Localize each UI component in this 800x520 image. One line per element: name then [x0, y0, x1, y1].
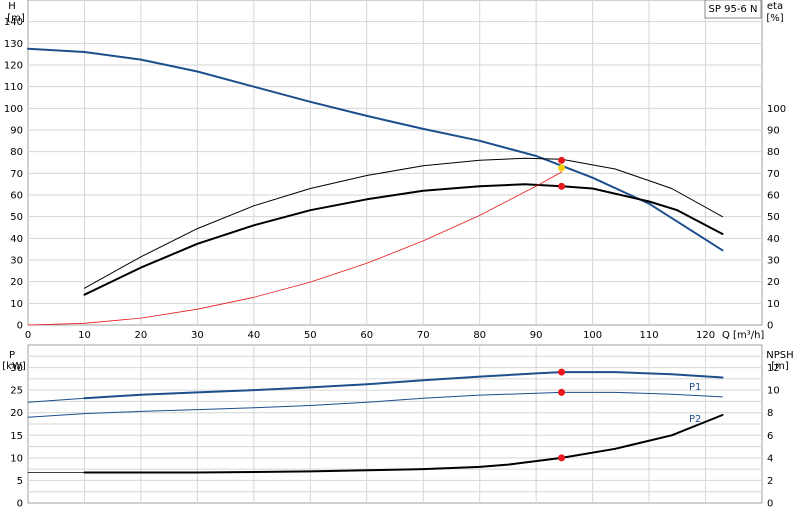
bottom-left-tick-label: 20	[10, 408, 23, 419]
x-tick-label: 120	[696, 330, 715, 341]
top-left-tick-label: 40	[10, 234, 23, 245]
top-right-tick-label: 0	[767, 321, 773, 332]
bottom-chart-duty-points	[558, 368, 566, 462]
top-left-tick-label: 100	[4, 104, 23, 115]
x-tick-label: 90	[530, 330, 543, 341]
top-series-H	[27, 47, 724, 252]
top-chart-series	[27, 47, 724, 326]
x-tick-label: 70	[417, 330, 430, 341]
top-duty-point	[558, 182, 566, 190]
bottom-right-axis-label-2: [m]	[771, 361, 789, 372]
top-plot-frame	[27, 0, 763, 326]
bottom-left-tick-label: 10	[10, 453, 23, 464]
bottom-duty-point	[558, 454, 566, 462]
top-right-axis-label-2: [%]	[766, 13, 783, 24]
bottom-right-tick-label: 0	[767, 499, 773, 510]
x-tick-label: 10	[78, 330, 91, 341]
top-right-tick-label: 60	[767, 191, 780, 202]
x-tick-label: 80	[473, 330, 486, 341]
x-tick-label: 40	[247, 330, 260, 341]
top-left-tick-label: 20	[10, 277, 23, 288]
bottom-duty-point	[558, 368, 566, 376]
top-duty-point	[558, 156, 566, 164]
top-left-tick-label: 30	[10, 256, 23, 267]
top-right-tick-label: 80	[767, 147, 780, 158]
bottom-right-axis-label-1: NPSH	[766, 350, 793, 361]
top-left-tick-label: 120	[4, 61, 23, 72]
bottom-right-tick-label: 10	[767, 386, 780, 397]
bottom-right-tick-label: 2	[767, 476, 773, 487]
p2-curve-label: P2	[689, 414, 701, 425]
bottom-series-P1	[83, 371, 724, 400]
top-right-tick-label: 20	[767, 277, 780, 288]
top-left-tick-label: 10	[10, 299, 23, 310]
x-axis-label: Q [m³/h]	[722, 330, 764, 341]
top-right-tick-label: 70	[767, 169, 780, 180]
top-right-tick-label: 10	[767, 299, 780, 310]
top-series-eta_pump	[84, 157, 723, 289]
x-tick-label: 20	[135, 330, 148, 341]
top-left-tick-label: 90	[10, 126, 23, 137]
bottom-left-tick-label: 15	[10, 431, 23, 442]
top-right-tick-label: 50	[767, 212, 780, 223]
bottom-right-tick-label: 6	[767, 431, 773, 442]
x-tick-label: 100	[583, 330, 602, 341]
top-left-tick-label: 110	[4, 82, 23, 93]
top-left-tick-label: 60	[10, 191, 23, 202]
x-tick-label: 30	[191, 330, 204, 341]
bottom-left-axis-label-2: [kW]	[2, 361, 26, 372]
bottom-left-tick-label: 0	[17, 499, 23, 510]
bottom-chart-grid	[27, 344, 763, 504]
top-left-tick-label: 70	[10, 169, 23, 180]
bottom-left-axis-label-1: P	[9, 350, 15, 361]
top-left-axis-label-2: [m]	[7, 13, 25, 24]
top-right-tick-label: 90	[767, 126, 780, 137]
p1-curve-label: P1	[689, 382, 701, 393]
top-right-axis-label-1: eta	[767, 1, 783, 12]
top-right-tick-label: 40	[767, 234, 780, 245]
top-right-tick-label: 30	[767, 256, 780, 267]
bottom-right-tick-label: 4	[767, 453, 773, 464]
top-right-tick-label: 100	[767, 104, 786, 115]
x-tick-label: 110	[640, 330, 659, 341]
top-series-eta_total	[83, 183, 724, 296]
x-tick-label: 60	[360, 330, 373, 341]
top-duty-point	[558, 164, 566, 172]
top-left-axis-label-1: H	[8, 1, 16, 12]
top-chart-grid	[27, 0, 763, 326]
legend-text: SP 95-6 N	[709, 4, 758, 15]
x-tick-label: 0	[25, 330, 31, 341]
top-left-tick-label: 130	[4, 39, 23, 50]
top-left-tick-label: 0	[17, 321, 23, 332]
bottom-duty-point	[558, 388, 566, 396]
bottom-right-tick-label: 8	[767, 408, 773, 419]
top-left-tick-label: 50	[10, 212, 23, 223]
bottom-left-tick-label: 5	[17, 476, 23, 487]
top-left-tick-label: 80	[10, 147, 23, 158]
top-chart-tick-labels: 0 10 20 30 40 50 60 70 80 90 100 110 120010203040506…	[4, 17, 786, 341]
x-tick-label: 50	[304, 330, 317, 341]
bottom-left-tick-label: 25	[10, 386, 23, 397]
pump-performance-chart: 0 10 20 30 40 50 60 70 80 90 100 110 120010203040506…	[2, 0, 794, 510]
